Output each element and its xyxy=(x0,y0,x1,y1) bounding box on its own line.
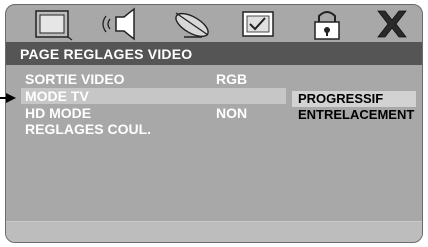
tab-display[interactable] xyxy=(26,7,82,41)
tab-audio[interactable] xyxy=(96,7,152,41)
menu-item-mode-tv[interactable]: MODE TV xyxy=(21,88,286,104)
tab-parental-lock[interactable] xyxy=(299,7,355,41)
menu-item-label: SORTIE VIDEO xyxy=(25,71,125,87)
satellite-dish-icon xyxy=(175,12,209,38)
menu-item-label: REGLAGES COUL. xyxy=(25,121,152,137)
tab-preferences[interactable] xyxy=(231,7,287,41)
menu-item-sortie-video[interactable]: SORTIE VIDEO RGB xyxy=(21,71,281,87)
menu-item-hd-mode[interactable]: HD MODE NON xyxy=(21,105,281,121)
padlock-icon xyxy=(314,11,340,40)
speaker-audio-icon xyxy=(102,7,135,41)
checklist-icon xyxy=(242,11,274,37)
tab-tuner[interactable] xyxy=(164,7,220,41)
tab-exit[interactable] xyxy=(364,7,420,41)
video-settings-panel: PAGE REGLAGES VIDEO SORTIE VIDEO RGB MOD… xyxy=(5,4,423,243)
page-title-bar: PAGE REGLAGES VIDEO xyxy=(6,42,422,65)
menu-item-value: NON xyxy=(216,105,248,121)
selection-pointer-arrow-icon xyxy=(0,93,16,103)
submenu-option-label: ENTRELACEMENT xyxy=(298,107,415,122)
settings-tab-bar xyxy=(6,5,422,43)
menu-item-label: MODE TV xyxy=(25,88,89,104)
close-x-icon xyxy=(377,10,407,38)
tv-screen-icon xyxy=(35,10,73,41)
submenu-option-entrelacement[interactable]: ENTRELACEMENT xyxy=(292,107,416,123)
help-bar xyxy=(6,221,422,242)
menu-item-value: RGB xyxy=(216,71,248,87)
menu-item-reglages-couleur[interactable]: REGLAGES COUL. xyxy=(21,121,281,137)
menu-item-label: HD MODE xyxy=(25,105,92,121)
page-title: PAGE REGLAGES VIDEO xyxy=(20,46,193,62)
submenu-option-label: PROGRESSIF xyxy=(298,91,384,106)
submenu-option-progressif[interactable]: PROGRESSIF xyxy=(292,91,416,107)
